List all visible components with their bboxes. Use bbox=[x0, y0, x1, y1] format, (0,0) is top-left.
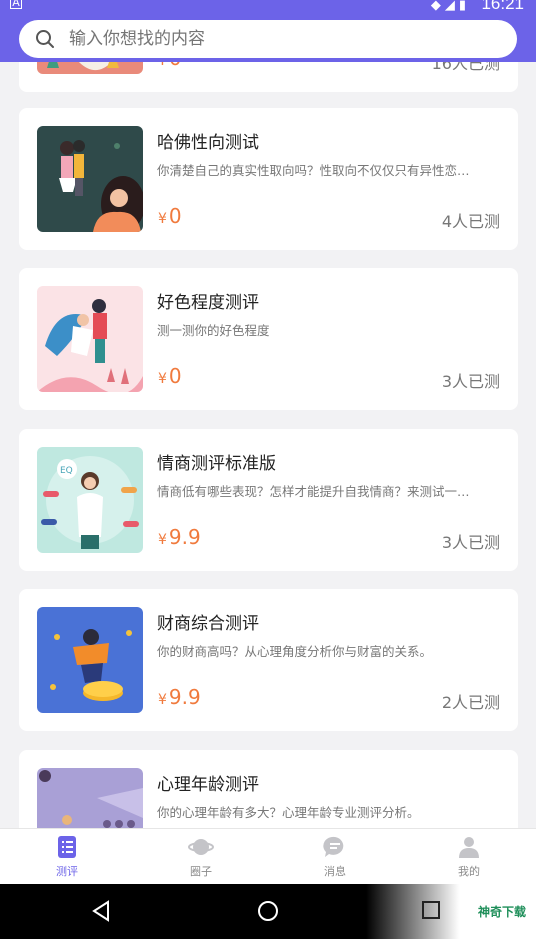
test-description: 测一测你的好色程度 bbox=[157, 323, 270, 338]
test-title: 心理年龄测评 bbox=[157, 775, 259, 795]
test-thumbnail bbox=[37, 126, 143, 232]
tab-circle[interactable]: 圈子 bbox=[134, 829, 268, 885]
price: ¥0 bbox=[158, 364, 182, 388]
test-title: 哈佛性向测试 bbox=[157, 133, 259, 153]
test-thumbnail: EQ bbox=[37, 447, 143, 553]
planet-icon bbox=[188, 839, 214, 855]
back-icon[interactable] bbox=[90, 900, 112, 922]
test-card[interactable]: EQ 情商测评标准版 情商低有哪些表现？怎样才能提升自我情商？来测试一… ¥9.… bbox=[19, 429, 518, 571]
user-icon bbox=[459, 837, 479, 858]
tested-count: 3人已测 bbox=[441, 533, 500, 552]
notification-icon: A bbox=[10, 0, 22, 9]
tab-label: 测评 bbox=[56, 865, 78, 878]
test-card[interactable]: 好色程度测评 测一测你的好色程度 ¥0 3人已测 bbox=[19, 268, 518, 410]
test-card[interactable]: 财商综合测评 你的财商高吗？从心理角度分析你与财富的关系。 ¥9.9 2人已测 bbox=[19, 589, 518, 731]
search-icon bbox=[36, 30, 54, 48]
tab-profile[interactable]: 我的 bbox=[402, 829, 536, 885]
price: ¥9.9 bbox=[158, 685, 201, 709]
message-icon bbox=[323, 836, 344, 857]
tested-count: 2人已测 bbox=[441, 693, 500, 712]
price: ¥0 bbox=[158, 204, 182, 228]
test-thumbnail bbox=[37, 607, 143, 713]
watermark: 神奇下载 bbox=[366, 884, 536, 939]
test-description: 你的财商高吗？从心理角度分析你与财富的关系。 bbox=[157, 644, 433, 659]
test-list[interactable]: ¥0 16人已测 哈佛性向测试 你清楚自己的真实性取向吗？性取向不仅仅只有异性恋… bbox=[0, 62, 536, 828]
tab-label: 我的 bbox=[458, 865, 480, 878]
home-icon[interactable] bbox=[257, 900, 279, 922]
price: ¥0 bbox=[158, 62, 182, 70]
test-card[interactable]: 心理年龄测评 你的心理年龄有多大？心理年龄专业测评分析。 bbox=[19, 750, 518, 828]
tab-label: 消息 bbox=[324, 865, 346, 878]
tested-count: 3人已测 bbox=[441, 372, 500, 391]
test-description: 你清楚自己的真实性取向吗？性取向不仅仅只有异性恋… bbox=[157, 163, 470, 178]
system-nav-bar: 神奇下载 bbox=[0, 884, 536, 939]
tab-label: 圈子 bbox=[190, 865, 212, 878]
test-description: 你的心理年龄有多大？心理年龄专业测评分析。 bbox=[157, 805, 420, 820]
bottom-tab-bar: 测评 圈子 消息 我的 bbox=[0, 828, 536, 885]
signal-icons: ◆◢▮ bbox=[430, 0, 470, 13]
price: ¥9.9 bbox=[158, 525, 201, 549]
test-card[interactable]: ¥0 16人已测 bbox=[19, 62, 518, 92]
recents-icon[interactable] bbox=[421, 900, 441, 920]
test-card[interactable]: 哈佛性向测试 你清楚自己的真实性取向吗？性取向不仅仅只有异性恋… ¥0 4人已测 bbox=[19, 108, 518, 250]
test-description: 情商低有哪些表现？怎样才能提升自我情商？来测试一… bbox=[157, 484, 470, 499]
tested-count: 16人已测 bbox=[431, 62, 500, 73]
test-title: 财商综合测评 bbox=[157, 614, 259, 634]
status-time: 16:21 bbox=[481, 0, 524, 13]
search-input[interactable] bbox=[67, 28, 471, 50]
test-title: 好色程度测评 bbox=[157, 293, 259, 313]
test-thumbnail bbox=[37, 286, 143, 392]
watermark-text: 神奇下载 bbox=[477, 905, 526, 919]
tab-tests[interactable]: 测评 bbox=[0, 829, 134, 885]
app-header: A ◆◢▮ 16:21 bbox=[0, 0, 536, 62]
test-title: 情商测评标准版 bbox=[157, 454, 276, 474]
svg-text:EQ: EQ bbox=[60, 466, 73, 476]
tested-count: 4人已测 bbox=[441, 212, 500, 231]
tab-messages[interactable]: 消息 bbox=[268, 829, 402, 885]
search-bar[interactable] bbox=[19, 20, 517, 58]
test-thumbnail bbox=[37, 768, 143, 828]
list-icon bbox=[58, 836, 76, 858]
test-thumbnail bbox=[37, 62, 143, 74]
